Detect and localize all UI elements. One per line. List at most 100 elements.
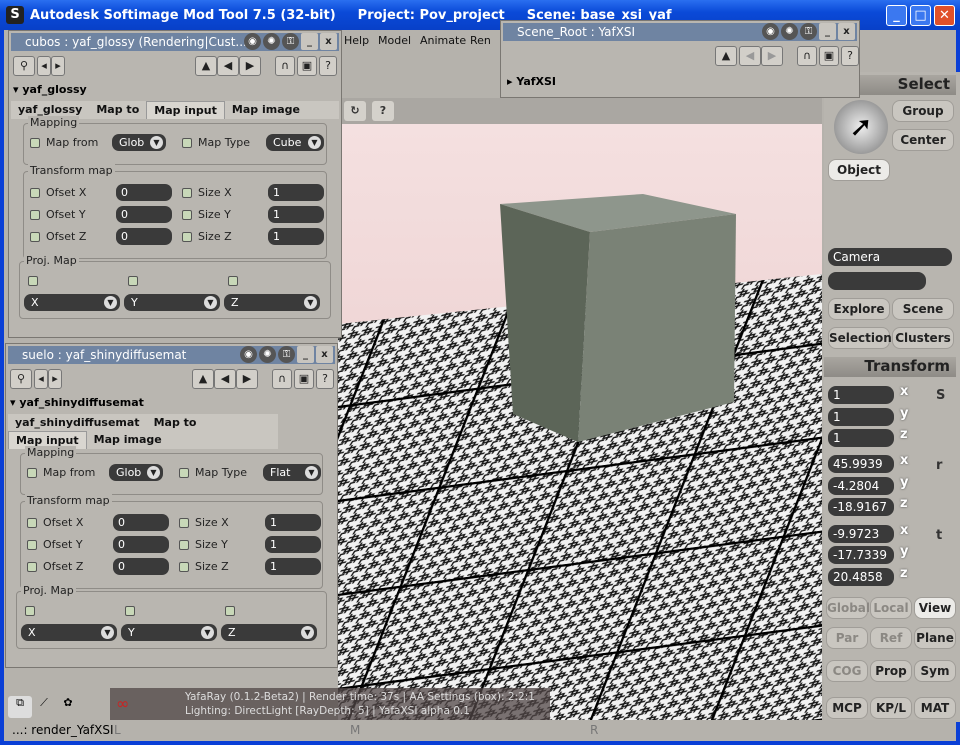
scale-button[interactable]: S (936, 388, 945, 403)
tab-map-to[interactable]: Map to (89, 101, 146, 119)
minimize-panel-button[interactable]: _ (819, 23, 836, 40)
mat-tab[interactable]: MAT (914, 697, 956, 719)
help-icon[interactable]: ? (316, 369, 334, 389)
proj-z-dropdown[interactable]: Z ▼ (224, 294, 320, 311)
scale-z-label[interactable]: z (900, 427, 908, 442)
scale-x-label[interactable]: x (900, 384, 908, 399)
proj-y-checkbox[interactable] (128, 276, 138, 286)
rotate-z-field[interactable]: -18.9167 (828, 498, 894, 516)
clusters-button[interactable]: Clusters (892, 327, 954, 349)
proj-x-checkbox[interactable] (28, 276, 38, 286)
map-from-checkbox[interactable] (30, 138, 40, 148)
brush-icon[interactable]: ⟋ (32, 696, 56, 718)
prev-icon[interactable]: ◂ (37, 56, 51, 76)
prev-icon[interactable]: ◂ (34, 369, 48, 389)
ofset-y-field[interactable]: 0 (113, 536, 169, 553)
sym-button[interactable]: Sym (914, 660, 956, 682)
lock-icon[interactable]: ⚿ (800, 23, 817, 40)
key-icon[interactable]: ⚲ (10, 369, 32, 389)
map-type-checkbox[interactable] (179, 468, 189, 478)
proj-x-dropdown[interactable]: X ▼ (21, 624, 117, 641)
explore-button[interactable]: Explore (828, 298, 890, 320)
rotate-x-label[interactable]: x (900, 453, 908, 468)
map-type-checkbox[interactable] (182, 138, 192, 148)
size-x-checkbox[interactable] (182, 188, 192, 198)
map-type-dropdown[interactable]: Flat ▼ (263, 464, 321, 481)
maximize-button[interactable]: □ (910, 5, 931, 26)
map-from-dropdown[interactable]: Glob ▼ (112, 134, 166, 151)
key-icon[interactable]: ⚲ (13, 56, 35, 76)
close-panel-button[interactable]: x (320, 33, 337, 50)
tab-map-image[interactable]: Map image (87, 431, 169, 449)
proj-z-dropdown[interactable]: Z ▼ (221, 624, 317, 641)
cog-button[interactable]: COG (826, 660, 868, 682)
proj-y-dropdown[interactable]: Y ▼ (124, 294, 220, 311)
minimize-panel-button[interactable]: _ (297, 346, 314, 363)
minimize-panel-button[interactable]: _ (301, 33, 318, 50)
ofset-y-checkbox[interactable] (27, 540, 37, 550)
proj-x-dropdown[interactable]: X ▼ (24, 294, 120, 311)
help-icon[interactable]: ? (319, 56, 337, 76)
map-type-dropdown[interactable]: Cube ▼ (266, 134, 324, 151)
ofset-z-checkbox[interactable] (27, 562, 37, 572)
proj-z-checkbox[interactable] (228, 276, 238, 286)
size-z-field[interactable]: 1 (268, 228, 324, 245)
tab-map-image[interactable]: Map image (225, 101, 307, 119)
size-y-field[interactable]: 1 (268, 206, 324, 223)
selection-filter-field[interactable]: Camera (828, 248, 952, 266)
translate-y-label[interactable]: y (900, 544, 908, 559)
size-z-checkbox[interactable] (179, 562, 189, 572)
center-button[interactable]: Center (892, 129, 954, 151)
prop-button[interactable]: Prop (870, 660, 912, 682)
mcp-tab[interactable]: MCP (826, 697, 868, 719)
forward-arrow-icon[interactable]: ▶ (239, 56, 261, 76)
translate-x-label[interactable]: x (900, 523, 908, 538)
copy-icon[interactable]: ▣ (294, 369, 314, 389)
view-button[interactable]: View (914, 597, 956, 619)
selection-button[interactable]: Selection (828, 327, 892, 349)
close-panel-button[interactable]: x (838, 23, 855, 40)
size-z-checkbox[interactable] (182, 232, 192, 242)
kpl-tab[interactable]: KP/L (870, 697, 912, 719)
rotate-button[interactable]: r (936, 458, 942, 473)
scale-x-field[interactable]: 1 (828, 386, 894, 404)
menu-help[interactable]: Help (344, 34, 369, 47)
size-y-checkbox[interactable] (179, 540, 189, 550)
recycle-icon[interactable]: ✺ (263, 33, 280, 50)
rotate-y-label[interactable]: y (900, 475, 908, 490)
copy-icon[interactable]: ▣ (819, 46, 839, 66)
revert-icon[interactable]: ∩ (272, 369, 292, 389)
revert-icon[interactable]: ∩ (797, 46, 817, 66)
ofset-z-field[interactable]: 0 (116, 228, 172, 245)
back-arrow-icon[interactable]: ◀ (214, 369, 236, 389)
translate-z-label[interactable]: z (900, 566, 908, 581)
select-arrow-button[interactable]: ➚ (834, 100, 888, 154)
rotate-z-label[interactable]: z (900, 496, 908, 511)
minimize-button[interactable]: _ (886, 5, 907, 26)
up-arrow-icon[interactable]: ▲ (195, 56, 217, 76)
size-x-checkbox[interactable] (179, 518, 189, 528)
size-y-checkbox[interactable] (182, 210, 192, 220)
tab-material[interactable]: yaf_shinydiffusemat (8, 414, 147, 431)
size-x-field[interactable]: 1 (268, 184, 324, 201)
layers-icon[interactable]: ⧉ (8, 696, 32, 718)
proj-z-checkbox[interactable] (225, 606, 235, 616)
menu-model[interactable]: Model (378, 34, 411, 47)
translate-button[interactable]: t (936, 528, 942, 543)
translate-x-field[interactable]: -9.9723 (828, 525, 894, 543)
view-icon[interactable]: ◉ (244, 33, 261, 50)
ofset-y-field[interactable]: 0 (116, 206, 172, 223)
size-y-field[interactable]: 1 (265, 536, 321, 553)
lock-icon[interactable]: ⚿ (278, 346, 295, 363)
map-from-checkbox[interactable] (27, 468, 37, 478)
tab-map-to[interactable]: Map to (147, 414, 204, 431)
forward-arrow-icon[interactable]: ▶ (761, 46, 783, 66)
revert-icon[interactable]: ∩ (275, 56, 295, 76)
section-header[interactable]: ▾ yaf_glossy (13, 83, 87, 96)
copy-icon[interactable]: ▣ (297, 56, 317, 76)
next-icon[interactable]: ▸ (51, 56, 65, 76)
render-viewport[interactable] (338, 124, 822, 720)
par-button[interactable]: Par (826, 627, 868, 649)
back-arrow-icon[interactable]: ◀ (739, 46, 761, 66)
rotate-y-field[interactable]: -4.2804 (828, 477, 894, 495)
